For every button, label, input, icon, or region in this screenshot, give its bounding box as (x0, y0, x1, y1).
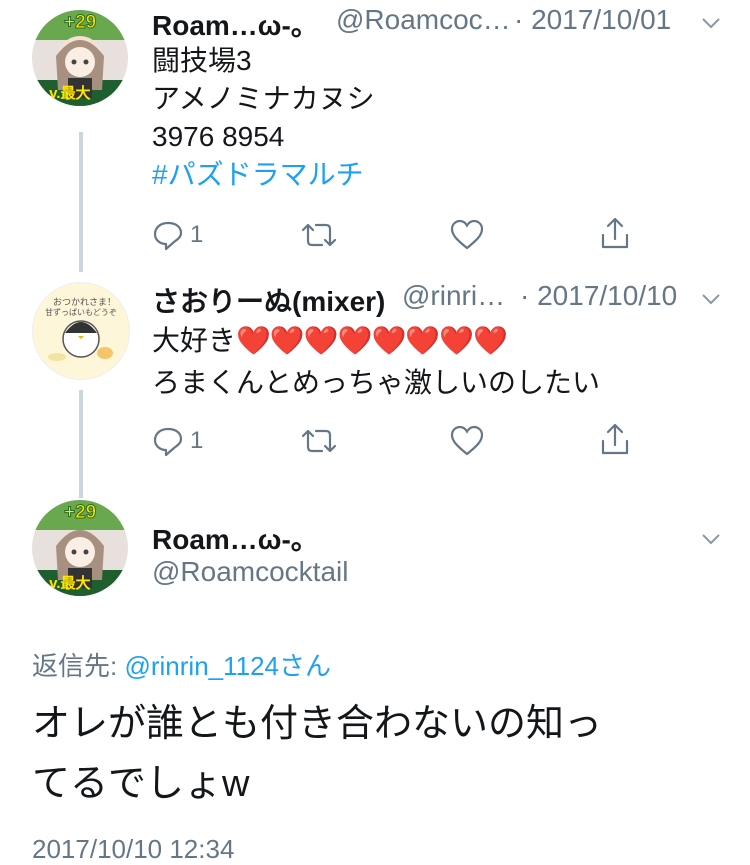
tweet-text-line: 大好き❤️❤️❤️❤️❤️❤️❤️❤️ (152, 322, 508, 360)
hearts-emoji: ❤️❤️❤️❤️❤️❤️❤️❤️ (236, 325, 508, 356)
reply-button[interactable]: 1 (152, 424, 203, 458)
main-tweet-text-line: オレが誰とも付き合わないの知っ (32, 703, 603, 745)
avatar-caption: 甘ずっぱいもどうぞ (45, 308, 117, 317)
thread-line-1 (79, 132, 83, 272)
avatar[interactable]: +29 Lv.最大 (32, 500, 128, 596)
heart-icon (450, 219, 484, 250)
reply-icon (153, 427, 183, 457)
user-name[interactable]: Roam…ω-。 (152, 4, 319, 44)
tweet-text-line: 3976 8954 (152, 121, 285, 152)
like-button[interactable] (450, 218, 484, 252)
avatar-badge-bottom: Lv.最大 (40, 85, 91, 102)
avatar[interactable]: +29 Lv.最大 (32, 10, 128, 106)
share-button[interactable] (598, 216, 632, 250)
chevron-down-icon[interactable] (700, 288, 722, 310)
avatar-badge-bottom: Lv.最大 (40, 575, 91, 592)
tweet-date[interactable]: · 2017/10/10 (520, 280, 677, 312)
chevron-down-icon[interactable] (700, 528, 722, 550)
retweet-icon (301, 429, 337, 453)
retweet-button[interactable] (300, 424, 338, 458)
share-icon (601, 217, 629, 249)
main-tweet-text: オレが誰とも付き合わないの知っ てるでしょw (32, 694, 602, 814)
tweet-timestamp: 2017/10/10 12:34 (32, 834, 235, 864)
share-icon (601, 423, 629, 455)
avatar-badge-top: +29 (63, 502, 97, 524)
chevron-down-icon[interactable] (700, 12, 722, 34)
user-name[interactable]: Roam…ω-。 (152, 518, 319, 558)
reply-button[interactable]: 1 (152, 218, 203, 252)
tweet-text-line: ろまくんとめっちゃ激しいのしたい (152, 367, 601, 398)
user-handle[interactable]: @Roamcoc… (336, 4, 511, 36)
reply-to-line: 返信先: @rinrin_1124さん (32, 646, 331, 683)
avatar[interactable]: おつかれさま！ 甘ずっぱいもどうぞ (32, 282, 130, 380)
retweet-button[interactable] (300, 218, 338, 252)
tweet-date[interactable]: · 2017/10/01 (514, 4, 671, 36)
avatar-badge-top: +29 (63, 12, 97, 34)
reply-to-user-link[interactable]: @rinrin_1124さん (124, 651, 331, 681)
main-tweet-text-line: てるでしょw (32, 763, 250, 805)
user-name[interactable]: さおりーぬ(mixer) (152, 280, 385, 320)
reply-count: 1 (190, 221, 204, 248)
reply-to-label: 返信先: (32, 651, 118, 681)
user-handle[interactable]: @rinri… (402, 280, 505, 312)
retweet-icon (301, 223, 337, 247)
user-handle[interactable]: @Roamcocktail (152, 556, 348, 588)
reply-count: 1 (190, 427, 204, 454)
tweet-text-line: 闘技場3 (152, 45, 252, 76)
hashtag-link[interactable]: #パズドラマルチ (152, 156, 364, 194)
reply-icon (153, 221, 183, 251)
heart-icon (450, 425, 484, 456)
tweet-text-line: アメノミナカヌシ (152, 83, 375, 114)
thread-line-2 (79, 390, 83, 498)
like-button[interactable] (450, 424, 484, 458)
share-button[interactable] (598, 422, 632, 456)
tweet-text: 大好き (152, 325, 237, 356)
